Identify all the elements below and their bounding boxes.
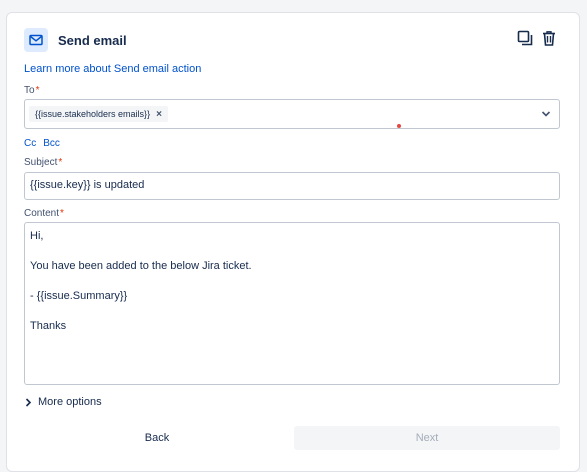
cursor-dot — [397, 124, 401, 128]
send-email-action-panel: Send email Learn more about Send email a… — [6, 12, 580, 472]
content-label: Content* — [24, 208, 64, 219]
cc-link[interactable]: Cc — [24, 138, 36, 149]
action-title: Send email — [58, 32, 127, 48]
more-options-label: More options — [38, 396, 102, 408]
required-marker: * — [58, 157, 63, 168]
back-button[interactable]: Back — [24, 426, 290, 450]
action-header: Send email — [24, 27, 127, 53]
chevron-down-icon[interactable] — [541, 110, 551, 118]
learn-more-link[interactable]: Learn more about Send email action — [24, 63, 201, 75]
subject-input[interactable]: {{issue.key}} is updated — [24, 172, 560, 200]
chevron-right-icon — [25, 397, 32, 407]
required-marker: * — [60, 208, 64, 219]
recipient-chip: {{issue.stakeholders emails}} × — [29, 106, 168, 122]
required-marker: * — [35, 85, 40, 96]
trash-icon[interactable] — [541, 30, 557, 46]
content-textarea[interactable]: Hi, You have been added to the below Jir… — [24, 222, 560, 385]
bcc-link[interactable]: Bcc — [43, 138, 60, 149]
mail-icon — [24, 28, 48, 52]
subject-label: Subject* — [24, 157, 63, 168]
content-line: Hi, — [30, 230, 44, 242]
more-options-toggle[interactable]: More options — [25, 396, 102, 408]
to-label: To* — [24, 85, 40, 96]
recipient-chip-label: {{issue.stakeholders emails}} — [35, 109, 151, 119]
content-line: Thanks — [30, 320, 67, 332]
cc-bcc-links: Cc Bcc — [24, 138, 60, 149]
next-button[interactable]: Next — [294, 426, 560, 450]
header-actions — [517, 30, 557, 46]
copy-icon[interactable] — [517, 30, 533, 46]
content-line: You have been added to the below Jira ti… — [30, 260, 252, 272]
content-line: - {{issue.Summary}} — [30, 290, 128, 302]
to-select[interactable]: {{issue.stakeholders emails}} × — [24, 99, 560, 129]
chip-remove-icon[interactable]: × — [156, 109, 162, 120]
